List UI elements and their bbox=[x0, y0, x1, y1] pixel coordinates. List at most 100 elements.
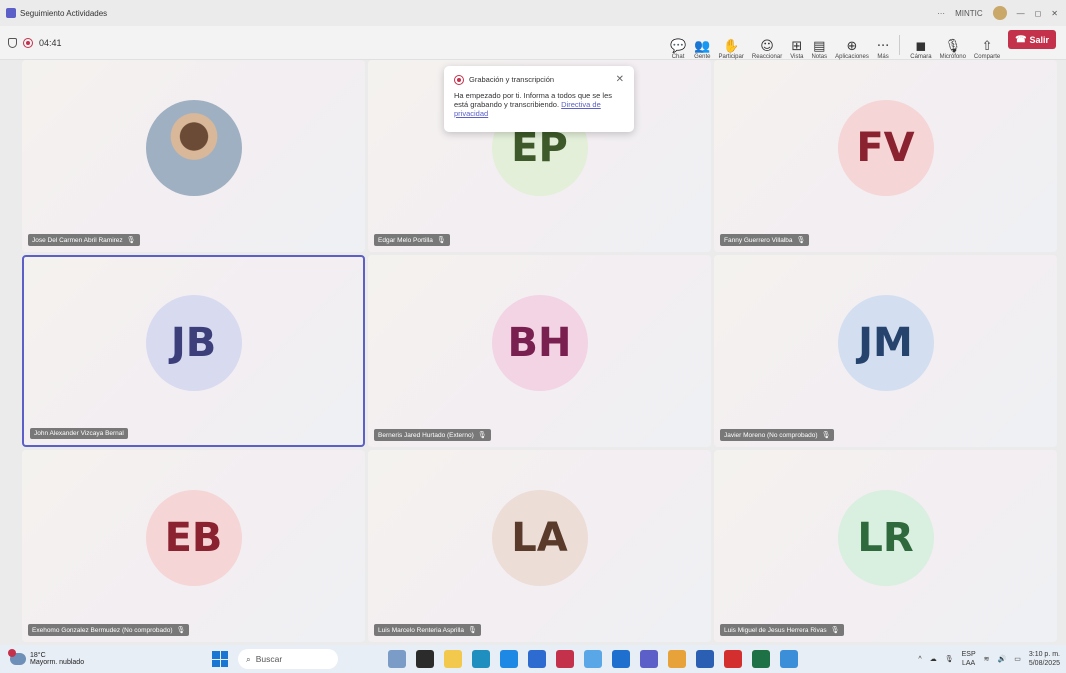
leave-label: Salir bbox=[1029, 34, 1049, 45]
tool-raise-hand-button[interactable]: ✋ Participar bbox=[715, 30, 748, 60]
file-explorer-icon[interactable] bbox=[416, 650, 434, 668]
participant-name-tag: Exehomo Gonzalez Bermudez (No comprobado… bbox=[28, 624, 190, 636]
tool-share-button[interactable]: ⇧ Comparte bbox=[970, 30, 1004, 60]
start-button[interactable] bbox=[212, 651, 228, 667]
title-bar: Seguimiento Actividades ··· MINTIC — ◻ ✕ bbox=[0, 0, 1066, 26]
tool-label: Cámara bbox=[910, 53, 932, 60]
tool-label: Participar bbox=[718, 53, 744, 60]
participant-name: Javier Moreno (No comprobado) bbox=[724, 431, 818, 439]
share-icon: ⇧ bbox=[981, 38, 993, 54]
weather-widget[interactable]: 18°C Mayorm. nublado bbox=[0, 649, 200, 666]
user-avatar[interactable] bbox=[992, 6, 1007, 20]
participant-avatar: JM bbox=[837, 295, 934, 391]
mic-off-icon: 🎙 bbox=[126, 237, 136, 244]
tool-notes-button[interactable]: ▤ Notas bbox=[807, 30, 831, 60]
participant-tile[interactable]: Jose Del Carmen Abril Ramirez 🎙 bbox=[22, 60, 365, 252]
store-icon[interactable] bbox=[500, 650, 518, 668]
participant-name: Jose Del Carmen Abril Ramirez bbox=[32, 236, 123, 244]
more-options-icon[interactable]: ··· bbox=[937, 9, 945, 18]
participant-name: Luis Marcelo Renteria Asprilla bbox=[378, 626, 464, 634]
cloud-icon bbox=[8, 649, 26, 665]
tool-label: Chat bbox=[671, 53, 685, 60]
tool-apps-button[interactable]: ⊕ Aplicaciones bbox=[831, 30, 873, 60]
recording-icon bbox=[23, 37, 33, 48]
tool-label: Comparte bbox=[973, 53, 1001, 60]
participant-tile[interactable]: LR Luis Miguel de Jesus Herrera Rivas 🎙 bbox=[714, 450, 1057, 642]
battery-icon[interactable]: ▭ bbox=[1014, 655, 1021, 663]
tool-mic-off-button[interactable]: 🎙 Micrófono bbox=[936, 30, 970, 60]
word-icon[interactable] bbox=[696, 650, 714, 668]
participant-tile[interactable]: EB Exehomo Gonzalez Bermudez (No comproba… bbox=[22, 450, 365, 642]
participant-tile[interactable]: JB John Alexander Vizcaya Bernal bbox=[22, 255, 365, 447]
participant-avatar: LA bbox=[491, 490, 588, 586]
mic-off-icon: 🎙 bbox=[436, 237, 446, 244]
date: 5/08/2025 bbox=[1028, 660, 1060, 667]
org-name: MINTIC bbox=[955, 8, 983, 18]
participant-tile[interactable]: BH Berneris Jared Hurtado (Externo) 🎙 bbox=[368, 255, 711, 447]
edge-icon[interactable] bbox=[472, 650, 490, 668]
minimize-button[interactable]: — bbox=[1017, 9, 1025, 18]
tool-label: Micrófono bbox=[939, 53, 966, 60]
shield-icon bbox=[8, 37, 17, 48]
window-title: Seguimiento Actividades bbox=[20, 8, 108, 18]
mic-off-icon: 🎙 bbox=[796, 237, 806, 244]
photos-icon[interactable] bbox=[584, 650, 602, 668]
tool-label: Reaccionar bbox=[751, 53, 783, 60]
participant-avatar: BH bbox=[491, 295, 588, 391]
participant-name-tag: Luis Marcelo Renteria Asprilla 🎙 bbox=[374, 624, 481, 636]
restore-button[interactable]: ◻ bbox=[1035, 9, 1042, 18]
teams-icon[interactable] bbox=[640, 650, 658, 668]
onedrive-icon[interactable]: ☁ bbox=[930, 655, 937, 663]
tool-label: Aplicaciones bbox=[835, 53, 869, 60]
participant-tile[interactable]: LA Luis Marcelo Renteria Asprilla 🎙 bbox=[368, 450, 711, 642]
mic-off-icon: 🎙 bbox=[477, 432, 487, 439]
search-placeholder: Buscar bbox=[255, 654, 283, 664]
paint-icon[interactable] bbox=[780, 650, 798, 668]
tool-react-button[interactable]: ☺ Reaccionar bbox=[748, 30, 786, 60]
chrome-icon[interactable] bbox=[668, 650, 686, 668]
participant-tile[interactable]: JM Javier Moreno (No comprobado) 🎙 bbox=[714, 255, 1057, 447]
notes-app-icon[interactable] bbox=[528, 650, 546, 668]
meeting-tools: 💬 Chat 👥 Gente ✋ Participar ☺ Reaccionar ⊞ Vista ▤… bbox=[666, 26, 1066, 60]
close-window-button[interactable]: ✕ bbox=[1051, 9, 1058, 18]
participant-name-tag: Edgar Melo Portilla 🎙 bbox=[374, 234, 450, 246]
participant-avatar: JB bbox=[145, 295, 242, 391]
leave-button[interactable]: ☎ Salir bbox=[1008, 30, 1056, 49]
mic-off-icon: 🎙 bbox=[176, 627, 186, 634]
tool-label: Más bbox=[877, 53, 889, 60]
time: 3:10 p. m. bbox=[1028, 651, 1060, 658]
taskbar-apps bbox=[388, 650, 798, 668]
tool-people-button[interactable]: 👥 Gente bbox=[690, 30, 714, 60]
tool-view-button[interactable]: ⊞ Vista bbox=[786, 30, 807, 60]
excel-icon[interactable] bbox=[752, 650, 770, 668]
taskbar-search[interactable]: ⌕ Buscar bbox=[238, 649, 338, 669]
tool-more-button[interactable]: ··· Más bbox=[873, 30, 893, 60]
mic-off-icon: 🎙 bbox=[944, 38, 961, 54]
raise-hand-icon: ✋ bbox=[723, 38, 740, 54]
acrobat-icon[interactable] bbox=[724, 650, 742, 668]
outlook-icon[interactable] bbox=[612, 650, 630, 668]
language-indicator[interactable]: ESP LAA bbox=[962, 650, 976, 668]
mic-off-icon: 🎙 bbox=[830, 627, 840, 634]
people-icon: 👥 bbox=[694, 38, 711, 54]
participant-tile[interactable]: FV Fanny Guerrero Villalba 🎙 bbox=[714, 60, 1057, 252]
volume-icon[interactable]: 🔊 bbox=[998, 655, 1007, 663]
weather-badge bbox=[8, 649, 16, 657]
chevron-up-icon[interactable]: ^ bbox=[918, 656, 921, 663]
folder-icon[interactable] bbox=[444, 650, 462, 668]
mic-tray-icon[interactable]: 🎙 bbox=[945, 655, 954, 663]
system-tray: ^ ☁ 🎙 ESP LAA ≋ 🔊 ▭ 3:10 p. m. 5/08/2025 bbox=[918, 650, 1066, 668]
participant-name: John Alexander Vizcaya Bernal bbox=[34, 430, 124, 437]
close-icon[interactable]: ✕ bbox=[616, 74, 624, 85]
recording-icon bbox=[454, 74, 464, 85]
wifi-icon[interactable]: ≋ bbox=[984, 655, 990, 663]
notification-title: Grabación y transcripción bbox=[469, 75, 555, 84]
participant-name-tag: Jose Del Carmen Abril Ramirez 🎙 bbox=[28, 234, 140, 246]
toolbar-separator bbox=[899, 34, 901, 55]
view-icon: ⊞ bbox=[791, 38, 803, 54]
clock[interactable]: 3:10 p. m. 5/08/2025 bbox=[1029, 650, 1060, 668]
mcafee-icon[interactable] bbox=[556, 650, 574, 668]
widget-icon[interactable] bbox=[388, 650, 406, 668]
tool-chat-button[interactable]: 💬 Chat bbox=[666, 30, 690, 60]
tool-camera-off-button[interactable]: ◼ Cámara bbox=[906, 30, 935, 60]
